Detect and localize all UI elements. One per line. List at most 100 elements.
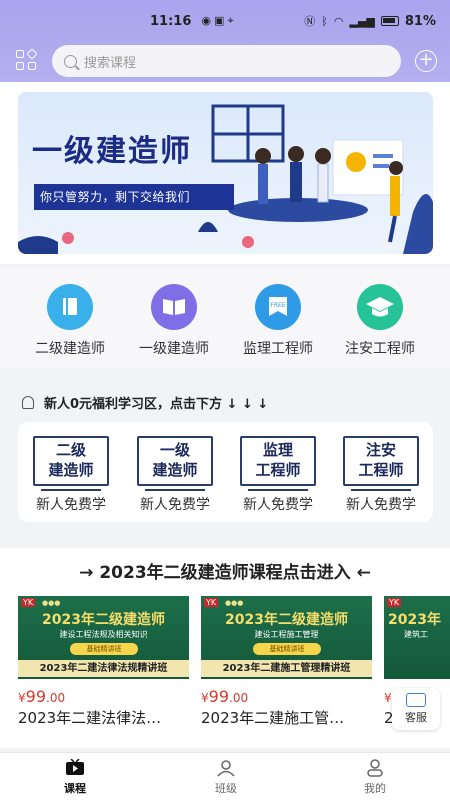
free-card-safety-engineer[interactable]: 注安 工程师 新人免费学 (331, 436, 431, 514)
price-decimal: .00 (229, 691, 249, 705)
thumb-bottom-title: 2023年二建法律法规精讲班 (18, 660, 189, 677)
brand-name: ●●● (42, 599, 61, 607)
book-line1: 一级 (159, 441, 190, 459)
signal-icon: ▂▄▆ (349, 14, 375, 28)
banner-section: 一级建造师 你只管努力，剩下交给我们 (0, 82, 450, 264)
category-second-level-constructor[interactable]: 二级建造师 (20, 284, 120, 358)
course-book-icon: 注安 工程师 (343, 436, 419, 491)
add-icon[interactable]: + (415, 50, 437, 72)
book-line1: 监理 (262, 441, 293, 459)
course-price: ¥99.00 (18, 687, 189, 706)
category-label: 二级建造师 (35, 341, 105, 357)
search-input[interactable]: 搜索课程 (52, 45, 401, 77)
book-line2: 工程师 (358, 461, 404, 479)
search-placeholder: 搜索课程 (84, 55, 137, 71)
tab-label: 班级 (215, 782, 237, 795)
category-label: 注安工程师 (345, 341, 415, 357)
book-line2: 建造师 (48, 461, 94, 479)
course-section: → 2023年二级建造师课程点击进入 ← YK ●●● 2023年二级建造师 建… (0, 548, 450, 748)
thumb-subject: 建设工程施工管理 (254, 630, 319, 639)
status-notification-icons: ◉▣⌖ (201, 14, 237, 27)
price-symbol: ¥ (18, 691, 26, 705)
thumb-badge: 基础精讲班 (70, 643, 138, 655)
free-card-second-level-constructor[interactable]: 二级 建造师 新人免费学 (21, 436, 121, 514)
open-book-icon (151, 284, 197, 330)
category-nav: 二级建造师 一级建造师 FREE 监理工程师 注安工程师 (0, 268, 450, 368)
app-header: 11:16 ◉▣⌖ Ⓝ ᛒ ◠ ▂▄▆ 81% 搜索课程 + (0, 0, 450, 82)
book-line2: 建造师 (152, 461, 198, 479)
book-line1: 注安 (365, 441, 396, 459)
price-integer: 99 (25, 687, 46, 706)
bell-icon (22, 396, 34, 409)
promo-headline-row: 新人0元福利学习区，点击下方 ↓ ↓ ↓ (22, 393, 268, 412)
banner-subtitle: 你只管努力，剩下交给我们 (34, 184, 234, 210)
category-label: 监理工程师 (243, 341, 313, 357)
brand-logo: YK (21, 598, 36, 607)
course-book-icon: 二级 建造师 (33, 436, 109, 491)
course-thumbnail: YK ●●● 2023年二级建造师 建设工程施工管理 基础精讲班 2023年二建… (201, 596, 372, 679)
tab-mine[interactable]: 我的 (335, 759, 415, 796)
tab-classes[interactable]: 班级 (186, 759, 266, 796)
free-caption: 新人免费学 (346, 497, 416, 513)
course-name: 2023年二建法律法… (18, 709, 162, 727)
free-caption: 新人免费学 (36, 497, 106, 513)
free-course-cards: 二级 建造师 新人免费学 一级 建造师 新人免费学 监理 工程师 新人免费学 注… (18, 422, 433, 522)
thumb-title: 2023年二级建造师 (225, 612, 348, 628)
brand-name: ●●● (225, 599, 244, 607)
banner[interactable]: 一级建造师 你只管努力，剩下交给我们 (18, 92, 433, 254)
svg-text:FREE: FREE (270, 302, 285, 309)
tv-play-icon (65, 758, 85, 777)
price-symbol: ¥ (201, 691, 209, 705)
course-thumbnail: YK ●●● 2023年二级建造师 建设工程法规及相关知识 基础精讲班 2023… (18, 596, 189, 679)
status-right: Ⓝ ᛒ ◠ ▂▄▆ 81% (304, 13, 436, 29)
battery-percent: 81% (404, 13, 436, 29)
free-ribbon-icon: FREE (255, 284, 301, 330)
category-supervision-engineer[interactable]: FREE 监理工程师 (228, 284, 328, 358)
brand-logo: YK (204, 598, 219, 607)
graduation-cap-icon (357, 284, 403, 330)
promo-headline: 新人0元福利学习区，点击下方 ↓ ↓ ↓ (44, 397, 269, 412)
course-price: ¥99.00 (201, 687, 372, 706)
thumb-bottom-title: 2023年二建施工管理精讲班 (201, 660, 372, 677)
status-bar: 11:16 ◉▣⌖ Ⓝ ᛒ ◠ ▂▄▆ 81% (0, 0, 450, 42)
banner-title: 一级建造师 (32, 134, 192, 169)
tab-label: 课程 (64, 782, 86, 795)
tab-label: 我的 (364, 782, 386, 795)
course-thumbnail: YK 2023年 建筑工 (384, 596, 450, 679)
thumb-title: 2023年 (388, 612, 441, 628)
thumb-title: 2023年二级建造师 (42, 612, 165, 628)
thumb-subject: 建设工程法规及相关知识 (59, 630, 148, 639)
course-card[interactable]: YK ●●● 2023年二级建造师 建设工程施工管理 基础精讲班 2023年二建… (201, 596, 372, 728)
category-first-level-constructor[interactable]: 一级建造师 (124, 284, 224, 358)
thumb-subject: 建筑工 (404, 630, 428, 639)
free-caption: 新人免费学 (243, 497, 313, 513)
book-line1: 二级 (55, 441, 86, 459)
course-name: 2023年二建施工管… (201, 709, 345, 727)
price-symbol: ¥ (384, 691, 392, 705)
chat-bubble-icon (406, 693, 426, 707)
brand-logo: YK (387, 598, 402, 607)
course-card[interactable]: YK ●●● 2023年二级建造师 建设工程法规及相关知识 基础精讲班 2023… (18, 596, 189, 728)
course-book-icon: 监理 工程师 (240, 436, 316, 491)
tab-courses[interactable]: 课程 (35, 758, 115, 796)
category-label: 一级建造师 (139, 341, 209, 357)
nfc-icon: Ⓝ (304, 15, 316, 28)
free-card-supervision-engineer[interactable]: 监理 工程师 新人免费学 (228, 436, 328, 514)
status-time: 11:16 (150, 13, 192, 29)
wifi-icon: ◠ (333, 14, 344, 28)
search-row: 搜索课程 + (0, 42, 450, 80)
category-safety-engineer[interactable]: 注安工程师 (330, 284, 430, 358)
customer-service-label: 客服 (405, 711, 427, 724)
bottom-tab-bar: 课程 班级 我的 (0, 752, 450, 800)
customer-service-button[interactable]: 客服 (392, 688, 440, 730)
thumb-badge: 基础精讲班 (253, 643, 321, 655)
book-icon (47, 284, 93, 330)
bluetooth-icon: ᛒ (321, 14, 328, 28)
free-card-first-level-constructor[interactable]: 一级 建造师 新人免费学 (125, 436, 225, 514)
book-line2: 工程师 (255, 461, 301, 479)
category-grid-icon[interactable] (16, 48, 38, 72)
section-title[interactable]: → 2023年二级建造师课程点击进入 ← (0, 558, 450, 583)
free-caption: 新人免费学 (140, 497, 210, 513)
price-integer: 99 (208, 687, 229, 706)
course-book-icon: 一级 建造师 (137, 436, 213, 491)
